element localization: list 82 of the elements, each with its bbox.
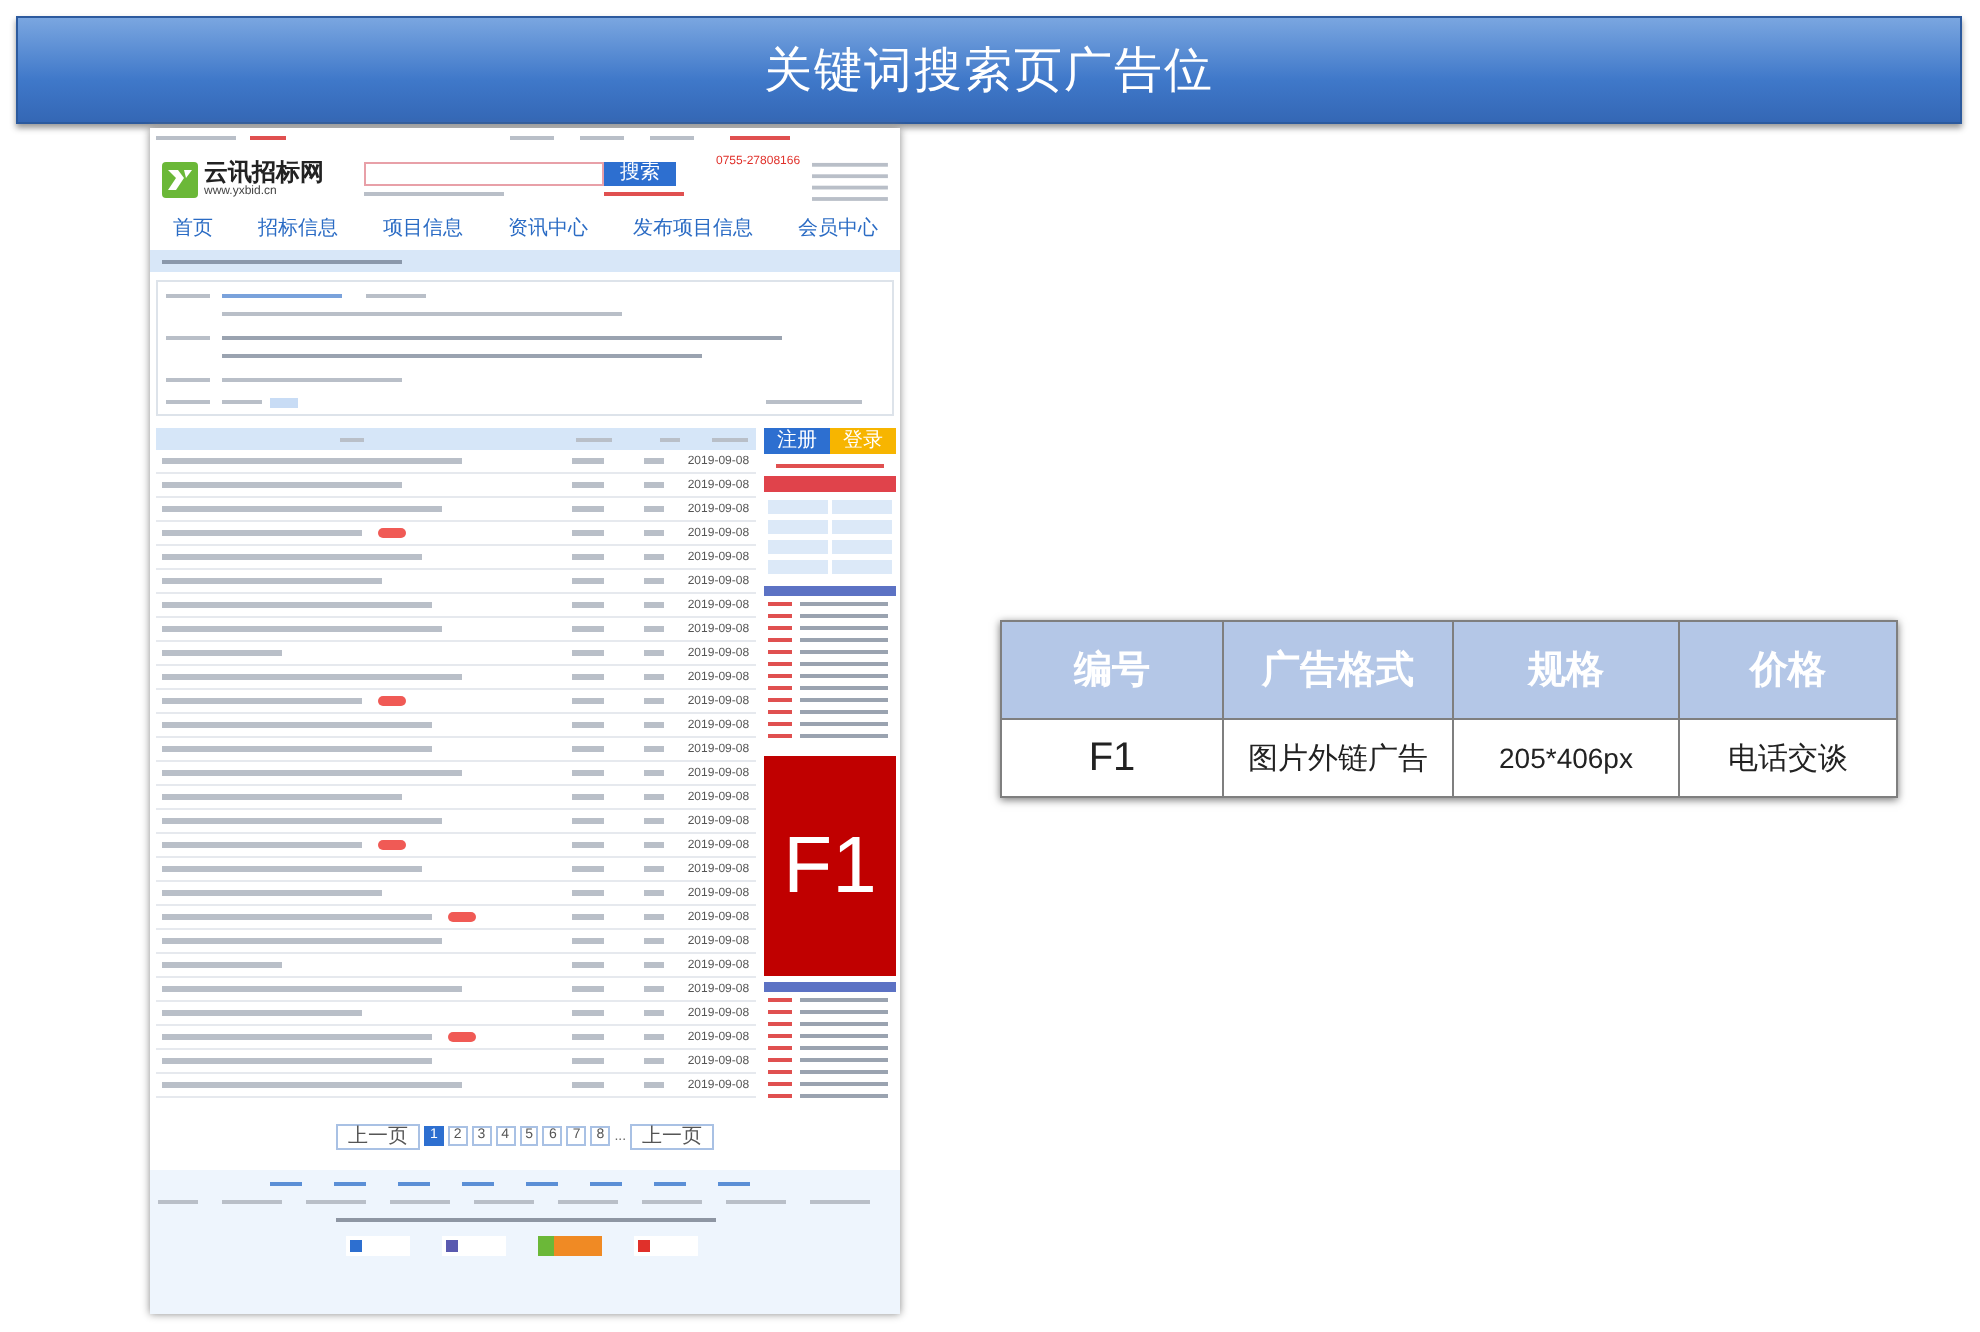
blurred-region-text (643, 1010, 664, 1016)
blurred-region-text (643, 458, 664, 464)
page-title: 关键词搜索页广告位 (764, 40, 1214, 102)
nav-link[interactable]: 首页 (172, 214, 213, 242)
blurred-category-text (571, 674, 604, 680)
blurred-category-text (571, 746, 604, 752)
blurred-category-text (571, 866, 604, 872)
blurred-category-text (571, 458, 604, 464)
blurred-category-text (571, 986, 604, 992)
blurred-category-text (571, 1010, 604, 1016)
blurred-region-text (643, 938, 664, 944)
blurred-region-text (643, 578, 664, 584)
blurred-category-text (571, 626, 604, 632)
table-cell: F1 (1001, 719, 1223, 797)
site-name: 云讯招标网 (204, 160, 324, 186)
blurred-category-text (571, 818, 604, 824)
member-links-drawing (764, 460, 896, 580)
blurred-region-text (643, 1034, 664, 1040)
blurred-category-text (571, 506, 604, 512)
ad-banner[interactable]: F1 (764, 756, 896, 976)
blurred-region-text (643, 482, 664, 488)
hot-list-drawing (764, 982, 896, 1102)
blurred-category-text (571, 938, 604, 944)
blurred-category-text (571, 770, 604, 776)
blurred-category-text (571, 722, 604, 728)
blurred-region-text (643, 674, 664, 680)
blurred-category-text (571, 482, 604, 488)
blurred-region-text (643, 842, 664, 848)
nav-link[interactable]: 资讯中心 (507, 214, 588, 242)
nav-link[interactable]: 发布项目信息 (632, 214, 753, 242)
blurred-region-text (643, 602, 664, 608)
blurred-category-text (571, 1034, 604, 1040)
blurred-category-text (571, 554, 604, 560)
blurred-region-text (643, 746, 664, 752)
column-header: 价格 (1679, 621, 1897, 719)
blurred-region-text (643, 818, 664, 824)
blurred-category-text (571, 530, 604, 536)
blurred-region-text (643, 794, 664, 800)
blurred-region-text (643, 770, 664, 776)
blurred-category-text (571, 1082, 604, 1088)
register-button[interactable]: 注册 (764, 428, 830, 454)
blurred-region-text (643, 866, 664, 872)
search-field[interactable] (364, 162, 604, 186)
blurred-title-text (162, 962, 282, 968)
blurred-region-text (643, 698, 664, 704)
blurred-region-text (643, 914, 664, 920)
table-cell: 电话交谈 (1679, 719, 1897, 797)
blurred-region-text (643, 1058, 664, 1064)
table-cell: 图片外链广告 (1223, 719, 1453, 797)
blurred-region-text (643, 1082, 664, 1088)
blurred-category-text (571, 698, 604, 704)
side-links-drawing (812, 158, 888, 202)
search-button[interactable]: 搜索 (604, 162, 676, 186)
nav-link[interactable]: 会员中心 (797, 214, 878, 242)
nav-link[interactable]: 招标信息 (257, 214, 338, 242)
previous-page-button[interactable]: 上一页 (335, 1123, 420, 1149)
blurred-category-text (571, 1058, 604, 1064)
column-header: 规格 (1453, 621, 1679, 719)
next-page-button[interactable]: 上一页 (630, 1123, 715, 1149)
blurred-category-text (571, 914, 604, 920)
column-header: 广告格式 (1223, 621, 1453, 719)
blurred-category-text (571, 602, 604, 608)
blurred-region-text (643, 530, 664, 536)
blurred-region-text (643, 650, 664, 656)
blurred-category-text (571, 650, 604, 656)
table-cell: 205*406px (1453, 719, 1679, 797)
blurred-category-text (571, 794, 604, 800)
blurred-category-text (571, 890, 604, 896)
blurred-region-text (643, 626, 664, 632)
blurred-region-text (643, 890, 664, 896)
nav-link[interactable]: 项目信息 (382, 214, 463, 242)
blurred-category-text (571, 842, 604, 848)
blurred-category-text (571, 962, 604, 968)
logo-icon (162, 162, 198, 198)
blurred-region-text (643, 506, 664, 512)
blurred-category-text (571, 578, 604, 584)
blurred-title-text (162, 650, 282, 656)
blurred-region-text (643, 962, 664, 968)
blurred-region-text (643, 554, 664, 560)
column-header: 编号 (1001, 621, 1223, 719)
blurred-region-text (643, 986, 664, 992)
blurred-region-text (643, 722, 664, 728)
